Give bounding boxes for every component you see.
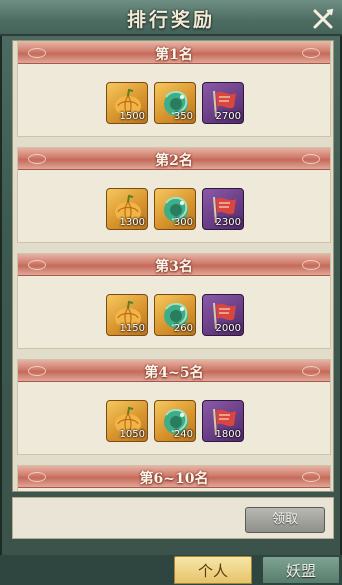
- claim-button[interactable]: 领取: [245, 507, 325, 533]
- reward-items: 1500 350 2700: [18, 82, 330, 126]
- tier-label: 第6~10名: [139, 471, 209, 487]
- close-icon[interactable]: [310, 6, 336, 32]
- reward-items: 1300 300 2300: [18, 188, 330, 232]
- tier-label: 第3名: [155, 259, 193, 275]
- reward-quantity: 1500: [119, 111, 145, 122]
- reward-quantity: 2700: [215, 111, 241, 122]
- tab-alliance[interactable]: 妖盟: [262, 556, 340, 584]
- reward-quantity: 300: [173, 217, 193, 228]
- panel-title: 排行奖励: [126, 9, 215, 31]
- reward-item-jade-dragon[interactable]: 350: [154, 82, 196, 124]
- tier-banner: 第4~5名: [18, 360, 330, 382]
- tier-banner: 第1名: [18, 42, 330, 64]
- reward-quantity: 1050: [119, 429, 145, 440]
- reward-item-red-banner[interactable]: 2700: [202, 82, 244, 124]
- reward-item-jade-dragon[interactable]: 300: [154, 188, 196, 230]
- reward-items: 1150 260 2000: [18, 294, 330, 338]
- reward-quantity: 260: [173, 323, 193, 334]
- tier-label: 第1名: [155, 47, 193, 63]
- reward-item-red-banner[interactable]: 1800: [202, 400, 244, 442]
- reward-quantity: 1800: [215, 429, 241, 440]
- tier-card: 第6~10名: [17, 465, 331, 491]
- reward-item-pumpkin[interactable]: 1500: [106, 82, 148, 124]
- reward-item-jade-dragon[interactable]: 260: [154, 294, 196, 336]
- tier-banner: 第2名: [18, 148, 330, 170]
- tier-banner: 第3名: [18, 254, 330, 276]
- reward-quantity: 2000: [215, 323, 241, 334]
- reward-item-pumpkin[interactable]: 1150: [106, 294, 148, 336]
- reward-item-pumpkin[interactable]: 1050: [106, 400, 148, 442]
- reward-quantity: 240: [173, 429, 193, 440]
- panel-header: 排行奖励: [0, 0, 342, 36]
- reward-item-red-banner[interactable]: 2300: [202, 188, 244, 230]
- tab-personal[interactable]: 个人: [174, 556, 252, 584]
- reward-quantity: 350: [173, 111, 193, 122]
- reward-item-pumpkin[interactable]: 1300: [106, 188, 148, 230]
- tier-label: 第2名: [155, 153, 193, 169]
- reward-item-red-banner[interactable]: 2000: [202, 294, 244, 336]
- tier-card: 第4~5名 1050 240 1800: [17, 359, 331, 455]
- reward-quantity: 1150: [119, 323, 145, 334]
- reward-item-jade-dragon[interactable]: 240: [154, 400, 196, 442]
- reward-quantity: 2300: [215, 217, 241, 228]
- tier-label: 第4~5名: [144, 365, 204, 381]
- reward-quantity: 1300: [119, 217, 145, 228]
- reward-items: 1050 240 1800: [18, 400, 330, 444]
- tier-card: 第3名 1150 260 2000: [17, 253, 331, 349]
- tier-card: 第1名 1500 350 2700: [17, 41, 331, 137]
- reward-list[interactable]: 第1名 1500 350 2700 第2名 1300 300 2300 第3名 …: [12, 40, 334, 492]
- tier-banner: 第6~10名: [18, 466, 330, 488]
- tier-card: 第2名 1300 300 2300: [17, 147, 331, 243]
